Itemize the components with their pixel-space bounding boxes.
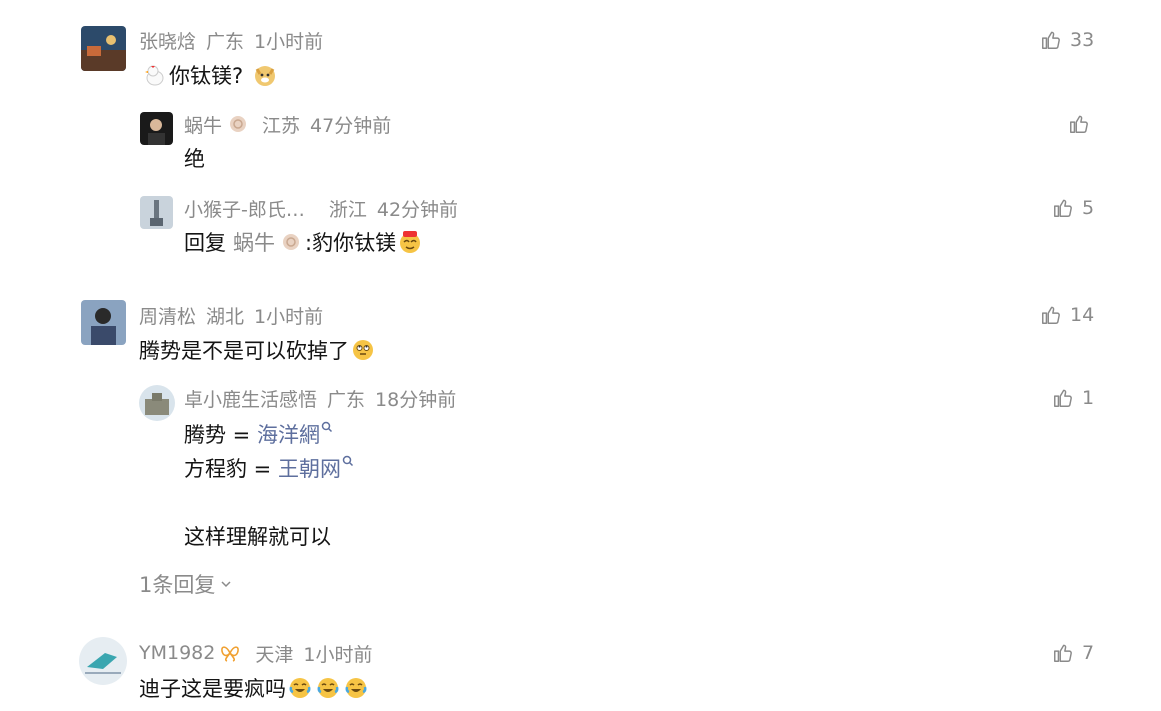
comment-text-content: 你钛镁? <box>169 64 244 88</box>
username[interactable]: YM1982 <box>139 642 215 664</box>
like-count: 14 <box>1070 304 1095 326</box>
chicken-emoji-icon <box>143 63 167 87</box>
reply-line: 方程豹 = 王朝网 <box>184 453 354 483</box>
comment-meta: 周清松 湖北 1小时前 <box>139 302 323 328</box>
reply-text-content: 腾势 = <box>184 423 257 447</box>
reply-line: 腾势 = 海洋網 <box>184 419 333 449</box>
username[interactable]: 张晓焓 <box>139 27 196 54</box>
reply-text-content: 方程豹 = <box>184 457 278 481</box>
timestamp: 47分钟前 <box>310 114 392 137</box>
like-button[interactable]: 7 <box>1052 640 1094 666</box>
search-icon <box>342 455 354 467</box>
crying-laughing-emoji-icon <box>316 676 340 700</box>
reply-text-content: 这样理解就可以 <box>184 525 331 549</box>
like-count: 5 <box>1082 197 1095 219</box>
reply-prefix: 回复 <box>184 231 226 255</box>
avatar[interactable] <box>81 300 126 345</box>
comment-text-content: 腾势是不是可以砍掉了 <box>139 339 349 363</box>
thumbs-up-icon <box>1070 115 1088 133</box>
location: 浙江 <box>328 198 367 221</box>
like-button[interactable] <box>1068 111 1098 137</box>
reply-text: 绝 <box>184 143 205 173</box>
timestamp: 42分钟前 <box>376 198 459 221</box>
timestamp: 18分钟前 <box>375 388 457 411</box>
location: 广东 <box>327 388 366 411</box>
thumbs-up-icon <box>1054 644 1072 662</box>
like-count: 7 <box>1082 642 1095 664</box>
timestamp: 1小时前 <box>254 30 324 53</box>
eye-roll-emoji-icon <box>351 338 375 362</box>
comment-text: 腾势是不是可以砍掉了 <box>139 335 377 365</box>
comment-meta: YM1982 天津 1小时前 <box>139 640 372 666</box>
like-count: 33 <box>1070 29 1095 51</box>
reply-meta: 小猴子-郎氏… 浙江 42分钟前 <box>184 195 458 221</box>
mention-link[interactable]: 蜗牛 <box>233 227 275 257</box>
butterfly-badge-icon <box>219 642 241 664</box>
timestamp: 1小时前 <box>254 305 324 328</box>
chevron-down-icon <box>221 581 231 588</box>
username[interactable]: 周清松 <box>139 302 196 329</box>
location: 湖北 <box>206 305 245 328</box>
expand-replies-button[interactable]: 1条回复 <box>139 569 233 599</box>
avatar[interactable] <box>79 637 127 685</box>
search-link[interactable]: 海洋網 <box>257 419 320 449</box>
thumbs-up-icon <box>1054 199 1072 217</box>
comment-text-content: 迪子这是要疯吗 <box>139 677 286 701</box>
location: 天津 <box>255 643 294 666</box>
like-button[interactable]: 33 <box>1040 27 1094 53</box>
location: 广东 <box>206 30 245 53</box>
reply-text-content: 绝 <box>184 147 205 171</box>
thumbs-up-icon <box>1042 31 1060 49</box>
snail-badge-icon <box>279 231 301 253</box>
like-button[interactable]: 14 <box>1040 302 1094 328</box>
reply-text: 回复 蜗牛 :豹你钛镁 <box>184 227 424 257</box>
comment-meta: 张晓焓 广东 1小时前 <box>139 27 323 53</box>
reply-meta: 蜗牛 江苏 47分钟前 <box>184 111 391 137</box>
snail-badge-icon <box>226 113 248 135</box>
search-link[interactable]: 王朝网 <box>278 453 341 483</box>
reply-meta: 卓小鹿生活感悟 广东 18分钟前 <box>184 385 456 411</box>
comment-text: 你钛镁? <box>141 60 279 90</box>
crying-laughing-emoji-icon <box>344 676 368 700</box>
doge-emoji-icon <box>253 63 277 87</box>
username[interactable]: 蜗牛 <box>184 111 222 138</box>
crying-laughing-emoji-icon <box>288 676 312 700</box>
expand-replies-label: 1条回复 <box>139 573 216 597</box>
reply-line: 这样理解就可以 <box>184 521 331 551</box>
timestamp: 1小时前 <box>303 643 373 666</box>
reply-text-content: :豹你钛镁 <box>305 231 397 255</box>
thumbs-up-icon <box>1054 389 1072 407</box>
like-count: 1 <box>1082 387 1095 409</box>
avatar[interactable] <box>140 112 173 145</box>
search-icon <box>321 421 333 433</box>
avatar[interactable] <box>140 196 173 229</box>
avatar[interactable] <box>139 385 175 421</box>
thumbs-up-icon <box>1042 306 1060 324</box>
username[interactable]: 卓小鹿生活感悟 <box>184 385 317 412</box>
666-emoji-icon <box>398 230 422 254</box>
comment-text: 迪子这是要疯吗 <box>139 673 370 703</box>
like-button[interactable]: 5 <box>1052 195 1094 221</box>
like-button[interactable]: 1 <box>1052 385 1094 411</box>
avatar[interactable] <box>81 26 126 71</box>
username[interactable]: 小猴子-郎氏… <box>184 195 305 222</box>
location: 江苏 <box>262 114 301 137</box>
